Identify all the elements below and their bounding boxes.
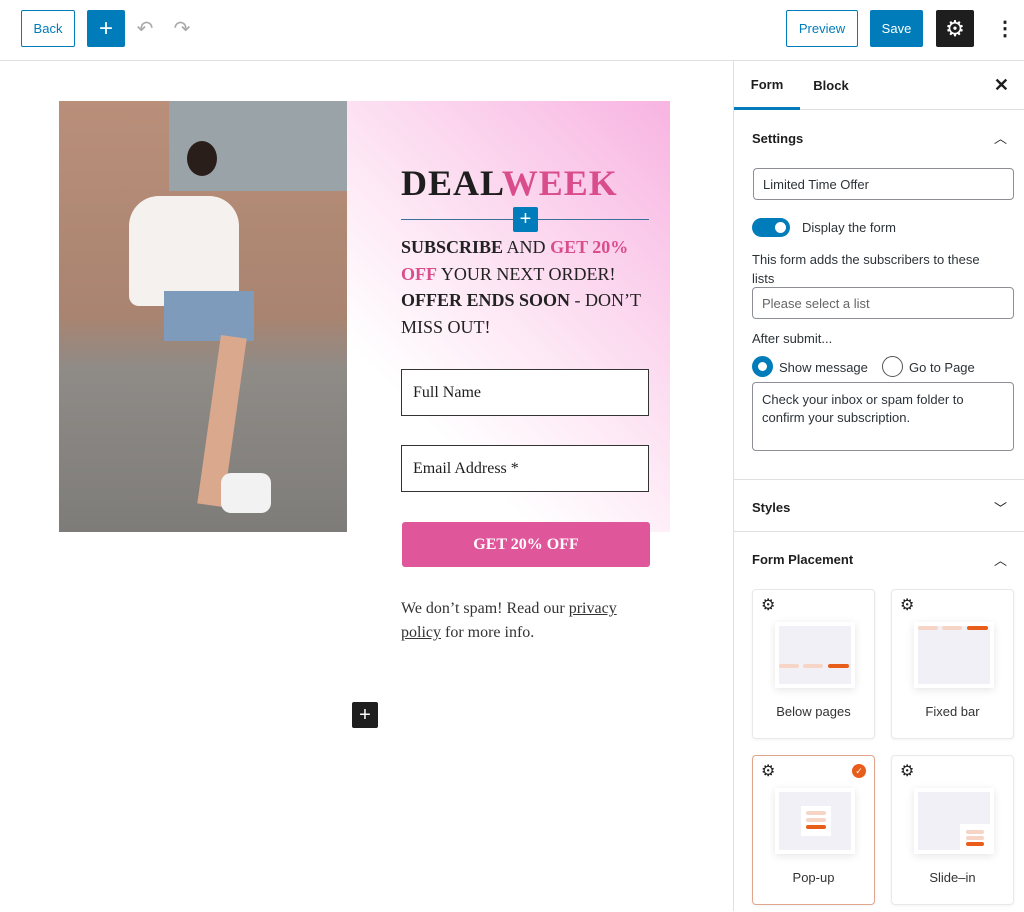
radio-show-message[interactable] [752,356,773,377]
woman-photo [59,101,347,532]
email-input[interactable]: Email Address * [401,445,649,492]
selected-check-icon: ✓ [852,764,866,778]
after-submit-label: After submit... [752,331,833,346]
form-headline: DEALWEEK [401,162,618,204]
placement-section: Form Placement ︿ ⚙ Below pages ⚙ Fixed b… [734,532,1024,912]
text: MISS OUT! [401,316,491,337]
placement-label: Slide–in [929,870,976,885]
more-options-icon[interactable]: ⋮ [995,14,1015,42]
undo-icon[interactable]: ↶ [133,14,157,42]
radio-show-message-label: Show message [779,360,868,375]
display-toggle[interactable] [752,218,790,237]
preview-button[interactable]: Preview [786,10,858,47]
footer-text: We don’t spam! Read our privacy policy f… [401,597,651,645]
tab-block[interactable]: Block [800,61,862,110]
chevron-up-icon[interactable]: ︿ [994,550,1007,569]
gear-icon[interactable]: ⚙ [761,595,775,615]
gear-icon[interactable]: ⚙ [761,761,775,781]
placement-below-pages[interactable]: ⚙ Below pages [752,589,875,739]
text: YOUR NEXT ORDER! [437,263,616,284]
chevron-down-icon[interactable]: ﹀ [994,498,1007,517]
display-label: Display the form [802,220,896,235]
lists-description: This form adds the subscribers to these … [752,252,980,286]
settings-section: Settings ︿ Limited Time Offer Display th… [734,110,1024,480]
headline-pink: WEEK [501,163,618,203]
placement-slide-in[interactable]: ⚙ Slide–in [891,755,1014,905]
privacy-policy-link[interactable]: policy [401,624,441,641]
text: AND [503,237,551,257]
placement-label: Below pages [776,704,851,719]
top-toolbar: Back + ↶ ↷ Preview Save ⚙ ⋮ [0,0,1024,61]
back-button[interactable]: Back [21,10,75,47]
settings-gear-icon[interactable]: ⚙ [936,10,974,47]
styles-title[interactable]: Styles [752,500,790,515]
placement-pop-up[interactable]: ⚙ ✓ Pop-up [752,755,875,905]
redo-icon[interactable]: ↷ [170,14,194,42]
text: OFFER ENDS SOON [401,290,571,310]
save-button[interactable]: Save [870,10,923,47]
list-select[interactable]: Please select a list [752,287,1014,319]
inline-add-block-button[interactable]: + [513,207,538,232]
text: SUBSCRIBE [401,237,504,257]
settings-title[interactable]: Settings [752,131,803,146]
add-block-button[interactable]: + [87,10,125,47]
chevron-up-icon[interactable]: ︿ [994,128,1007,147]
text: OFF [401,263,437,284]
close-icon[interactable]: ✕ [994,75,1009,96]
placement-fixed-bar[interactable]: ⚙ Fixed bar [891,589,1014,739]
form-name-input[interactable]: Limited Time Offer [753,168,1014,200]
styles-section[interactable]: Styles ﹀ [734,480,1024,532]
full-name-input[interactable]: Full Name [401,369,649,416]
placement-label: Fixed bar [925,704,980,719]
tab-form[interactable]: Form [734,61,800,110]
gear-icon[interactable]: ⚙ [900,595,914,615]
text: GET 20% [550,237,629,257]
settings-sidebar: Form Block ✕ Settings ︿ Limited Time Off… [733,61,1024,911]
privacy-policy-link[interactable]: privacy [569,600,617,617]
text: for more info. [441,624,535,641]
message-textarea[interactable]: Check your inbox or spam folder to confi… [752,382,1014,451]
sidebar-tabs: Form Block ✕ [734,61,1024,110]
headline-dark: DEAL [401,163,502,203]
placement-label: Pop-up [792,870,835,885]
text: We don’t spam! Read our [401,600,569,617]
add-block-button-bottom[interactable]: + [352,702,378,728]
form-description: SUBSCRIBE AND GET 20% OFF YOUR NEXT ORDE… [401,234,651,340]
gear-icon[interactable]: ⚙ [900,761,914,781]
radio-go-to-page[interactable] [882,356,903,377]
submit-button[interactable]: GET 20% OFF [402,522,650,567]
text: - DON’T [570,290,642,310]
placement-title[interactable]: Form Placement [752,552,853,567]
radio-go-to-page-label: Go to Page [909,360,975,375]
